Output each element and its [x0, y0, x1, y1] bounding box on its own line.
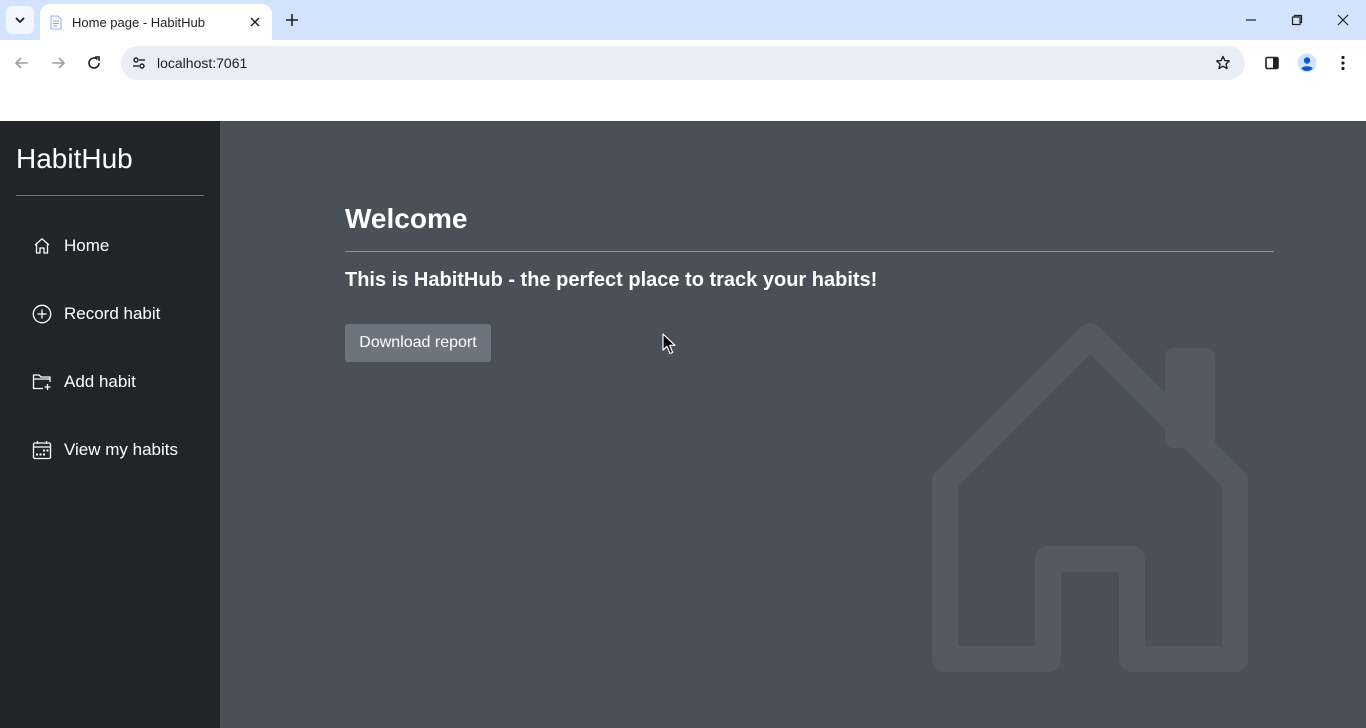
sidebar-divider	[16, 195, 204, 196]
site-info-icon[interactable]	[129, 53, 149, 73]
bookmark-bar	[0, 86, 1366, 121]
folder-plus-icon	[32, 372, 52, 392]
sidebar-item-label: Add habit	[64, 372, 136, 391]
chevron-down-icon	[15, 17, 25, 24]
download-report-button[interactable]: Download report	[345, 324, 491, 362]
minimize-icon[interactable]	[1241, 10, 1261, 30]
welcome-message: This is HabitHub - the perfect place to …	[345, 269, 878, 291]
calendar-icon	[32, 440, 52, 460]
address-bar[interactable]: localhost:7061	[121, 46, 1245, 80]
plus-circle-icon	[32, 304, 52, 324]
bookmark-star-icon[interactable]	[1213, 53, 1233, 73]
heading-divider	[345, 251, 1274, 252]
sidebar: HabitHub Home Record habit Add habit Vie…	[0, 121, 220, 728]
browser-menu-icon[interactable]	[1333, 53, 1353, 73]
sidebar-item-record-habit[interactable]: Record habit	[32, 300, 160, 328]
sidebar-item-label: View my habits	[64, 440, 179, 459]
page-title: Welcome	[345, 203, 468, 234]
tab-title: Home page - HabitHub	[72, 14, 205, 30]
main-content: Welcome This is HabitHub - the perfect p…	[220, 121, 1366, 728]
sidebar-item-view-my-habits[interactable]: View my habits	[32, 436, 178, 464]
sidebar-item-label: Home	[64, 236, 110, 255]
url-text[interactable]: localhost:7061	[157, 55, 247, 71]
side-panel-icon[interactable]	[1262, 53, 1282, 73]
sidebar-item-label: Record habit	[64, 304, 161, 323]
back-icon[interactable]	[12, 53, 32, 73]
house-icon	[32, 236, 52, 256]
mouse-pointer-icon	[662, 333, 676, 355]
close-tab-icon[interactable]	[246, 13, 264, 31]
browser-toolbar: localhost:7061	[0, 40, 1366, 86]
sidebar-item-add-habit[interactable]: Add habit	[32, 368, 136, 396]
browser-tab-strip: Home page - HabitHub	[0, 0, 1366, 40]
house-watermark-icon	[932, 323, 1248, 672]
brand-logo-text[interactable]: HabitHub	[16, 143, 133, 175]
forward-icon[interactable]	[48, 53, 68, 73]
profile-avatar-icon[interactable]	[1297, 53, 1317, 73]
page-favicon-icon	[50, 14, 64, 30]
reload-icon[interactable]	[84, 53, 104, 73]
sidebar-item-home[interactable]: Home	[32, 232, 109, 260]
new-tab-icon[interactable]	[282, 10, 302, 30]
restore-icon[interactable]	[1287, 10, 1307, 30]
tab-search-button[interactable]	[6, 6, 34, 34]
browser-tab[interactable]: Home page - HabitHub	[40, 4, 272, 40]
close-window-icon[interactable]	[1333, 10, 1353, 30]
